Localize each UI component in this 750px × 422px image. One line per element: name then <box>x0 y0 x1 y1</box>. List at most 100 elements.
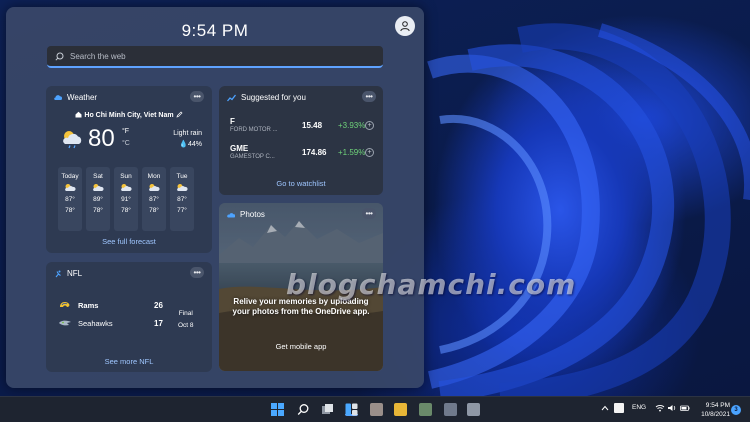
forecast-day[interactable]: Mon 87° 78° <box>142 167 166 231</box>
add-to-watchlist-icon[interactable]: + <box>365 148 374 157</box>
taskbar-date: 10/8/2021 <box>701 411 730 418</box>
chart-trend-icon <box>227 94 236 101</box>
condition-label: Light rain <box>173 130 202 137</box>
forecast-day[interactable]: Sun 91° 78° <box>114 167 138 231</box>
search-icon <box>55 52 64 61</box>
team-name: Rams <box>78 300 99 310</box>
windows-logo-icon <box>271 403 284 416</box>
weather-widget[interactable]: Weather ••• Ho Chi Minh City, Viet Nam 8… <box>46 86 212 253</box>
forecast-day-name: Sun <box>120 173 132 180</box>
forecast-row: Today 87° 78° Sat 89° 78° Sun 91° 78° Mo… <box>58 167 194 231</box>
stocks-title-label: Suggested for you <box>241 93 306 102</box>
pinned-app-icon[interactable] <box>419 403 432 416</box>
unit-fahrenheit[interactable]: °F <box>122 128 129 135</box>
forecast-high: 87° <box>177 196 187 203</box>
user-avatar[interactable] <box>395 16 415 36</box>
wifi-icon[interactable] <box>655 404 665 414</box>
forecast-high: 87° <box>149 196 159 203</box>
go-to-watchlist-link[interactable]: Go to watchlist <box>219 179 383 188</box>
battery-icon[interactable] <box>680 404 690 414</box>
nfl-title: NFL <box>54 269 82 278</box>
see-more-nfl-link[interactable]: See more NFL <box>46 357 212 366</box>
forecast-day[interactable]: Tue 87° 77° <box>170 167 194 231</box>
team-row[interactable]: Rams <box>58 300 98 310</box>
weather-location[interactable]: Ho Chi Minh City, Viet Nam <box>46 111 212 119</box>
seahawks-logo <box>59 320 71 326</box>
stocks-more-button[interactable]: ••• <box>362 91 376 102</box>
start-button[interactable] <box>271 403 284 416</box>
photos-more-button[interactable]: ••• <box>362 208 376 219</box>
weather-condition: Light rain 💧44% <box>173 128 202 150</box>
sun-cloud-rain-icon <box>114 182 138 194</box>
rams-logo <box>60 302 70 307</box>
chevron-up-icon <box>601 405 609 411</box>
forecast-day[interactable]: Sat 89° 78° <box>86 167 110 231</box>
file-explorer-icon[interactable] <box>394 403 407 416</box>
game-status-label: Final <box>178 310 193 317</box>
forecast-low: 78° <box>149 207 159 214</box>
nfl-more-button[interactable]: ••• <box>190 267 204 278</box>
input-language[interactable]: ENG <box>632 404 646 411</box>
search-icon <box>297 404 309 415</box>
weather-location-label: Ho Chi Minh City, Viet Nam <box>84 112 174 119</box>
forecast-low: 78° <box>121 207 131 214</box>
forecast-high: 87° <box>65 196 75 203</box>
widgets-button[interactable] <box>345 403 358 416</box>
unit-celsius[interactable]: °C <box>122 140 130 147</box>
game-status: Final Oct 8 <box>178 308 194 332</box>
search-placeholder: Search the web <box>70 51 126 61</box>
sun-cloud-rain-icon <box>170 182 194 194</box>
task-view-button[interactable] <box>321 403 334 416</box>
pinned-app-icon[interactable] <box>467 403 480 416</box>
pinned-app-icon[interactable] <box>444 403 457 416</box>
precipitation-value: 44% <box>187 141 202 148</box>
weather-more-button[interactable]: ••• <box>190 91 204 102</box>
web-search-box[interactable]: Search the web <box>47 46 383 68</box>
widgets-board: 9:54 PM Search the web Weather ••• Ho Ch… <box>6 7 424 388</box>
onedrive-cloud-icon <box>227 212 235 217</box>
notification-badge[interactable]: 3 <box>731 405 741 415</box>
taskbar-search-button[interactable] <box>297 403 310 416</box>
stock-row[interactable]: GME GAMESTOP C... 174.86 +1.59% + <box>230 144 375 160</box>
stock-change: +1.59% <box>338 148 366 157</box>
add-to-watchlist-icon[interactable]: + <box>365 121 374 130</box>
widgets-icon <box>345 403 358 416</box>
task-view-icon <box>322 404 333 414</box>
taskbar-time: 9:54 PM <box>705 402 730 409</box>
forecast-day-name: Mon <box>147 173 161 180</box>
home-icon <box>75 111 82 118</box>
forecast-low: 78° <box>65 207 75 214</box>
volume-icon[interactable] <box>667 404 677 414</box>
forecast-day[interactable]: Today 87° 78° <box>58 167 82 231</box>
edit-pencil-icon[interactable] <box>176 111 183 118</box>
sports-icon <box>55 270 61 277</box>
sun-cloud-rain-icon <box>142 182 166 194</box>
person-icon <box>400 21 410 32</box>
forecast-low: 78° <box>93 207 103 214</box>
get-mobile-app-button[interactable]: Get mobile app <box>267 340 335 354</box>
forecast-low: 77° <box>177 207 187 214</box>
team-name: Seahawks <box>78 318 113 328</box>
nfl-widget[interactable]: NFL ••• Rams 26 Seahawks 17 Final Oct 8 … <box>46 262 212 372</box>
game-date: Oct 8 <box>178 322 194 329</box>
forecast-high: 89° <box>93 196 103 203</box>
photos-title: Photos <box>227 210 265 219</box>
pinned-app-icon[interactable] <box>370 403 383 416</box>
team-score: 17 <box>154 319 163 328</box>
forecast-day-name: Sat <box>93 173 103 180</box>
stocks-widget[interactable]: Suggested for you ••• F FORD MOTOR ... 1… <box>219 86 383 195</box>
sun-cloud-rain-icon <box>86 182 110 194</box>
taskbar: ENG 9:54 PM 10/8/2021 3 <box>0 396 750 422</box>
stock-row[interactable]: F FORD MOTOR ... 15.48 +3.93% + <box>230 117 375 133</box>
team-row[interactable]: Seahawks <box>58 318 113 328</box>
stock-change: +3.93% <box>338 121 366 130</box>
see-full-forecast-link[interactable]: See full forecast <box>46 237 212 246</box>
current-temperature: 80 <box>88 125 115 152</box>
nfl-title-label: NFL <box>67 269 83 278</box>
show-hidden-icons-button[interactable] <box>601 404 609 414</box>
tray-app-icon[interactable] <box>614 403 624 413</box>
weather-title-label: Weather <box>67 93 98 102</box>
forecast-day-name: Today <box>61 173 79 180</box>
weather-title: Weather <box>54 93 97 102</box>
taskbar-clock[interactable]: 9:54 PM 10/8/2021 <box>696 401 730 419</box>
